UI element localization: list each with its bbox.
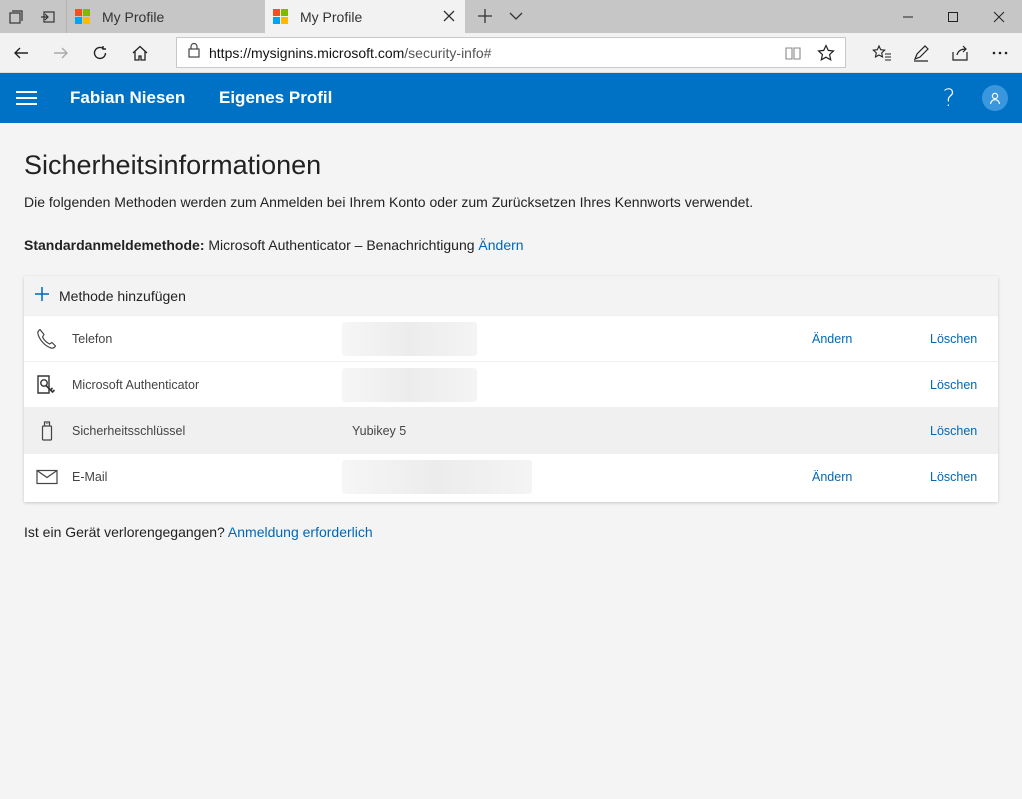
change-phone-link[interactable]: Ändern xyxy=(812,316,852,362)
method-name: Telefon xyxy=(72,332,113,346)
page-description: Die folgenden Methoden werden zum Anmeld… xyxy=(24,194,754,210)
redacted-value xyxy=(342,322,477,356)
favorites-icon[interactable] xyxy=(864,37,900,69)
browser-toolbar: https://mysignins.microsoft.com/security… xyxy=(0,33,1022,73)
redacted-value xyxy=(342,368,477,402)
tab-manager-icon[interactable] xyxy=(0,0,32,33)
email-icon xyxy=(34,464,60,490)
close-tab-icon[interactable] xyxy=(441,8,457,24)
header-user-name[interactable]: Fabian Niesen xyxy=(70,73,185,123)
redacted-value xyxy=(342,460,532,494)
page-title: Sicherheitsinformationen xyxy=(24,150,322,180)
add-method-label: Methode hinzufügen xyxy=(59,287,186,304)
microsoft-logo-icon xyxy=(75,9,90,24)
browser-tab-active[interactable]: My Profile xyxy=(265,0,465,33)
delete-authenticator-link[interactable]: Löschen xyxy=(930,362,977,408)
method-row-security-key: Sicherheitsschlüssel Yubikey 5 Löschen xyxy=(24,407,998,453)
method-value: Yubikey 5 xyxy=(352,424,407,438)
change-email-link[interactable]: Ändern xyxy=(812,454,852,500)
default-method-label: Standardanmeldemethode: xyxy=(24,237,205,253)
more-icon[interactable] xyxy=(982,37,1018,69)
help-icon[interactable]: ? xyxy=(937,83,961,113)
url-path: /security-info# xyxy=(404,44,492,61)
sign-out-everywhere-link[interactable]: Anmeldung erforderlich xyxy=(228,524,373,540)
delete-security-key-link[interactable]: Löschen xyxy=(930,408,977,454)
authenticator-icon xyxy=(34,372,60,398)
lock-icon xyxy=(187,42,201,63)
minimize-icon[interactable] xyxy=(885,0,931,33)
url-text: https://mysignins.microsoft.com/security… xyxy=(209,45,491,61)
pen-icon[interactable] xyxy=(903,37,939,69)
address-bar[interactable]: https://mysignins.microsoft.com/security… xyxy=(176,37,846,68)
maximize-icon[interactable] xyxy=(930,0,976,33)
default-method-line: Standardanmeldemethode: Microsoft Authen… xyxy=(24,237,524,253)
method-name: Microsoft Authenticator xyxy=(72,378,200,392)
url-host: https://mysignins.microsoft.com xyxy=(209,44,405,61)
lost-device-line: Ist ein Gerät verlorengegangen? Anmeldun… xyxy=(24,524,373,540)
app-header: Fabian Niesen Eigenes Profil ? xyxy=(0,73,1022,123)
method-row-phone: Telefon Ändern Löschen xyxy=(24,315,998,361)
hamburger-menu-icon[interactable] xyxy=(16,87,40,109)
add-method-button[interactable]: Methode hinzufügen xyxy=(24,276,998,315)
delete-phone-link[interactable]: Löschen xyxy=(930,316,977,362)
close-window-icon[interactable] xyxy=(976,0,1022,33)
tab-title: My Profile xyxy=(300,8,363,25)
delete-email-link[interactable]: Löschen xyxy=(930,454,977,500)
chevron-down-icon[interactable] xyxy=(504,3,528,29)
tab-title: My Profile xyxy=(102,8,165,25)
plus-icon xyxy=(34,286,50,305)
back-arrow-icon[interactable] xyxy=(3,37,39,69)
method-name: Sicherheitsschlüssel xyxy=(72,424,186,438)
tabs-aside-icon[interactable] xyxy=(32,0,64,33)
reading-view-icon[interactable] xyxy=(780,41,806,65)
methods-card: Methode hinzufügen Telefon Ändern Lösche… xyxy=(24,276,998,502)
default-method-value: Microsoft Authenticator – Benachrichtigu… xyxy=(204,237,479,253)
browser-tab-strip: My Profile My Profile xyxy=(0,0,1022,33)
method-row-authenticator: Microsoft Authenticator Löschen xyxy=(24,361,998,407)
lost-device-text: Ist ein Gerät verlorengegangen? xyxy=(24,524,228,540)
browser-tab-inactive[interactable]: My Profile xyxy=(66,0,264,33)
method-row-email: E-Mail Ändern Löschen xyxy=(24,453,998,499)
change-default-method-link[interactable]: Ändern xyxy=(478,237,523,253)
security-key-icon xyxy=(34,418,60,444)
avatar[interactable] xyxy=(982,85,1008,111)
phone-icon xyxy=(34,326,60,352)
forward-arrow-icon[interactable] xyxy=(43,37,79,69)
share-icon[interactable] xyxy=(942,37,978,69)
refresh-icon[interactable] xyxy=(82,37,118,69)
microsoft-logo-icon xyxy=(273,9,288,24)
header-page-name[interactable]: Eigenes Profil xyxy=(219,73,332,123)
home-icon[interactable] xyxy=(122,37,158,69)
new-tab-icon[interactable] xyxy=(472,3,498,29)
method-name: E-Mail xyxy=(72,470,108,484)
favorite-star-icon[interactable] xyxy=(813,41,839,65)
